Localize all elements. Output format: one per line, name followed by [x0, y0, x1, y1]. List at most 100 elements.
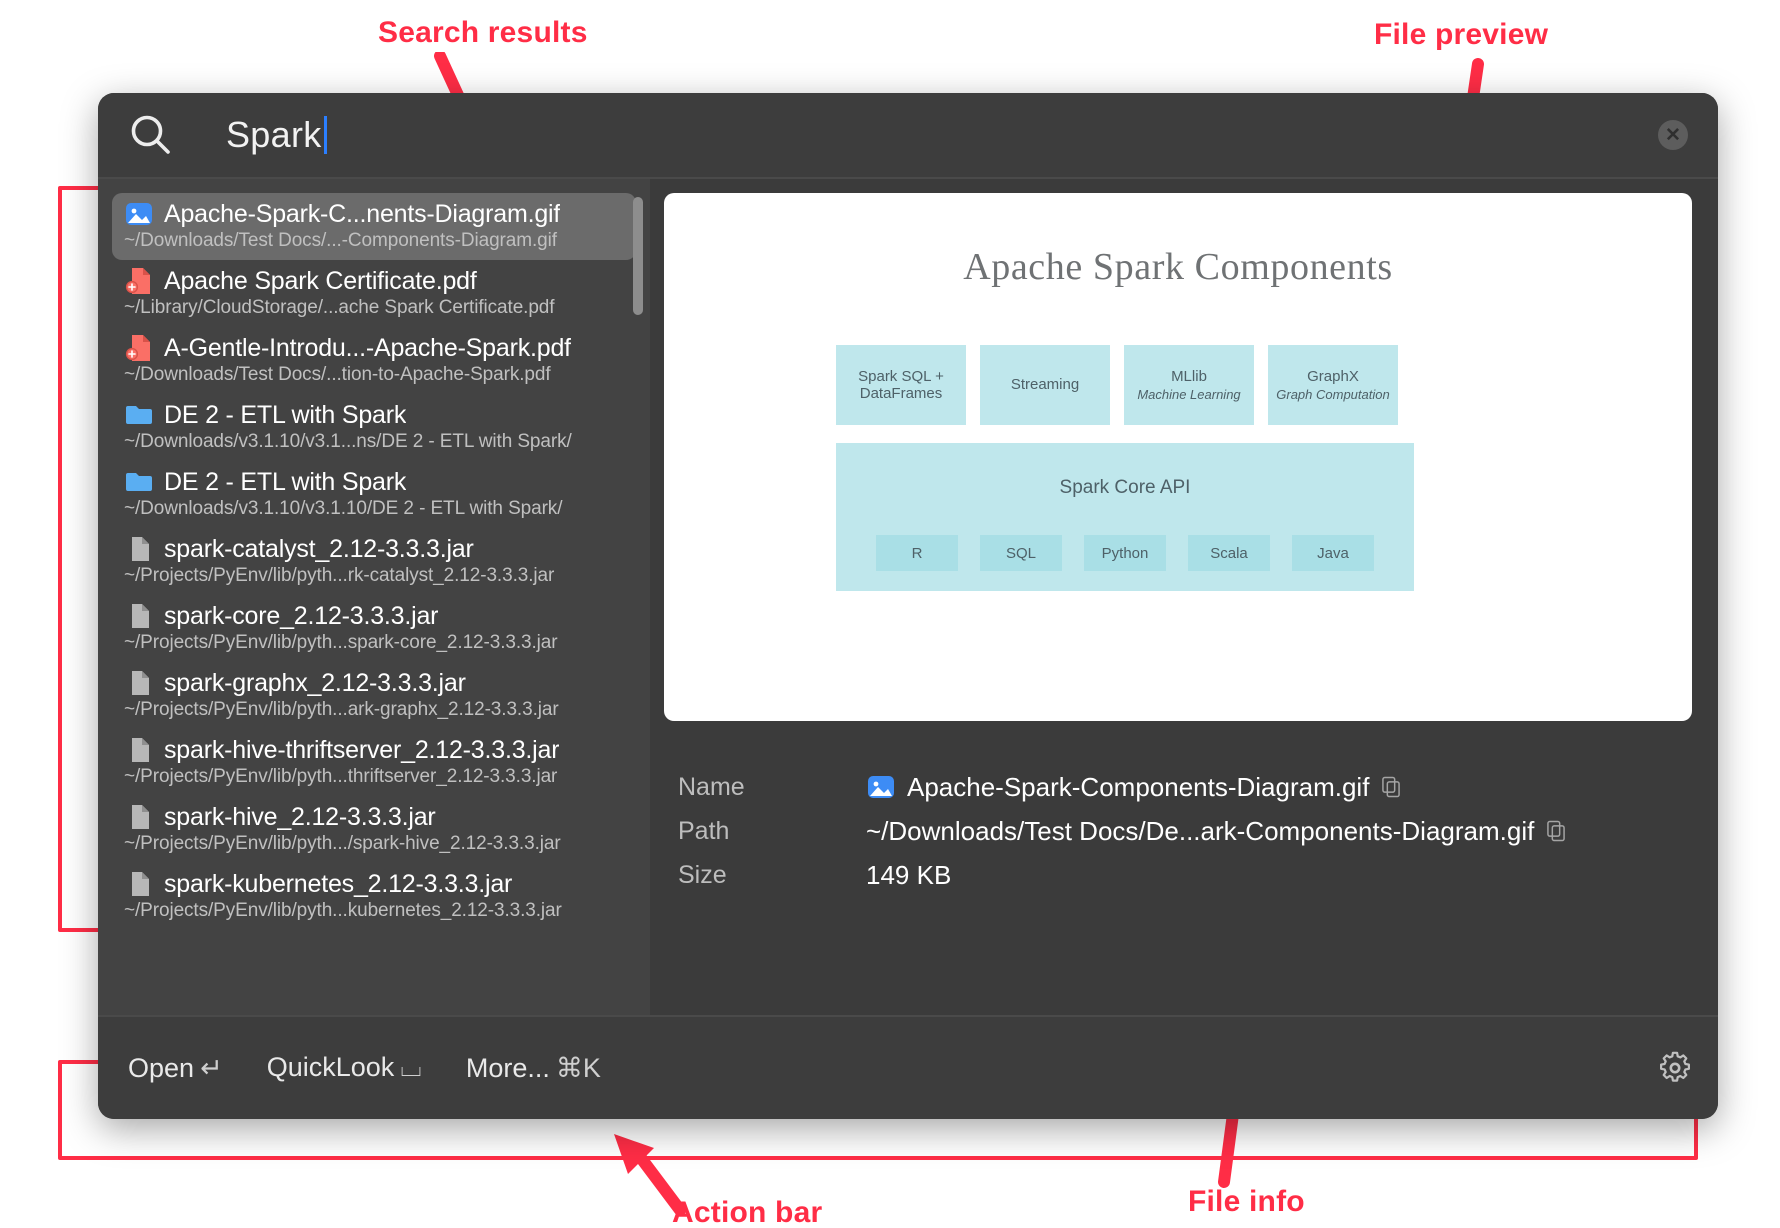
diagram-component-box: MLlib Machine Learning	[1124, 345, 1254, 425]
diagram-component-title: Streaming	[1010, 376, 1080, 394]
file-info-value-text: ~/Downloads/Test Docs/De...ark-Component…	[866, 815, 1535, 846]
generic-file-icon	[132, 537, 149, 561]
diagram-component-title: MLlib	[1171, 368, 1207, 386]
diagram-component-box: Spark SQL + DataFrames	[836, 345, 966, 425]
image-file-icon	[126, 203, 152, 225]
file-info-label: Size	[678, 860, 727, 889]
result-row-header: Apache-Spark-C...nents-Diagram.gif	[124, 199, 626, 229]
diagram-component-title: Spark SQL + DataFrames	[858, 367, 944, 402]
diagram-language-box: SQL	[980, 535, 1062, 571]
generic-file-icon	[132, 872, 149, 896]
result-row[interactable]: spark-core_2.12-3.3.3.jar ~/Projects/PyEn…	[112, 595, 636, 662]
diagram-component-subtitle: Machine Learning	[1137, 386, 1241, 402]
result-file-path: ~/Projects/PyEnv/lib/pyth...rk-catalyst_…	[124, 565, 555, 586]
text-caret	[323, 116, 327, 154]
diagram-component-box: GraphX Graph Computation	[1268, 345, 1398, 425]
screenshot-root: Search results File preview File info Ac…	[0, 0, 1780, 1228]
annotation-search-results: Search results	[378, 16, 588, 49]
result-file-path: ~/Projects/PyEnv/lib/pyth.../spark-hive_…	[124, 833, 561, 854]
diagram-component-row: Spark SQL + DataFrames Streaming MLlib Machi…	[836, 345, 1398, 425]
result-row-header: A-Gentle-Introdu...-Apache-Spark.pdf	[124, 333, 626, 363]
result-file-path: ~/Library/CloudStorage/...ache Spark Cer…	[124, 297, 555, 318]
annotation-action-bar: Action bar	[672, 1196, 823, 1228]
file-info-value: 149 KB	[866, 860, 951, 891]
pdf-file-icon	[125, 335, 150, 361]
result-file-name: A-Gentle-Introdu...-Apache-Spark.pdf	[164, 333, 571, 362]
file-info-value-text: Apache-Spark-Components-Diagram.gif	[907, 771, 1370, 802]
result-file-path: ~/Downloads/v3.1.10/v3.1...ns/DE 2 - ETL…	[124, 431, 572, 452]
action-quicklook[interactable]: QuickLook ⌴	[267, 1052, 422, 1084]
result-row[interactable]: Apache-Spark-C...nents-Diagram.gif ~/Down…	[112, 193, 636, 260]
result-row[interactable]: Apache Spark Certificate.pdf ~/Library/Cl…	[112, 260, 636, 327]
result-row[interactable]: spark-graphx_2.12-3.3.3.jar ~/Projects/Py…	[112, 662, 636, 729]
search-input[interactable]: Spark	[226, 114, 1658, 156]
action-label: More...	[465, 1052, 550, 1083]
result-file-name: spark-graphx_2.12-3.3.3.jar	[164, 668, 466, 697]
action-more[interactable]: More... ⌘K	[466, 1053, 601, 1084]
result-file-name: spark-hive_2.12-3.3.3.jar	[164, 802, 436, 831]
result-row[interactable]: spark-kubernetes_2.12-3.3.3.jar ~/Project…	[112, 863, 636, 930]
generic-file-icon	[132, 805, 149, 829]
result-row-header: Apache Spark Certificate.pdf	[124, 266, 626, 296]
diagram-language-box: Python	[1084, 535, 1166, 571]
image-file-icon	[868, 776, 894, 798]
diagram-core-label: Spark Core API	[1059, 477, 1191, 498]
annotation-file-info: File info	[1188, 1185, 1305, 1218]
gear-icon[interactable]	[1658, 1051, 1692, 1085]
file-info-value: ~/Downloads/Test Docs/De...ark-Component…	[866, 816, 1567, 847]
result-row-header: spark-core_2.12-3.3.3.jar	[124, 601, 626, 631]
action-open[interactable]: Open ↵	[128, 1053, 223, 1084]
file-info-label: Path	[678, 816, 730, 845]
result-row[interactable]: spark-hive_2.12-3.3.3.jar ~/Projects/PyEn…	[112, 796, 636, 863]
result-row[interactable]: A-Gentle-Introdu...-Apache-Spark.pdf ~/Do…	[112, 327, 636, 394]
search-results-list[interactable]: Apache-Spark-C...nents-Diagram.gif ~/Down…	[98, 179, 650, 1015]
diagram-language-box: R	[876, 535, 958, 571]
search-query-text: Spark	[226, 114, 322, 155]
file-info-row: Name Apache-Spark-Components-Diagram.gif	[678, 765, 1692, 809]
copy-icon[interactable]	[1545, 819, 1567, 843]
result-row[interactable]: DE 2 - ETL with Spark ~/Downloads/v3.1.10…	[112, 461, 636, 528]
file-info-section: Name Apache-Spark-Components-Diagram.gif P…	[664, 721, 1692, 897]
result-file-path: ~/Projects/PyEnv/lib/pyth...ark-graphx_2…	[124, 699, 559, 720]
result-file-name: spark-kubernetes_2.12-3.3.3.jar	[164, 869, 513, 898]
folder-icon	[126, 406, 152, 424]
diagram-component-title: GraphX	[1307, 368, 1359, 386]
results-scrollbar-thumb[interactable]	[633, 197, 643, 315]
result-row-header: spark-hive-thriftserver_2.12-3.3.3.jar	[124, 735, 626, 765]
file-info-value-text: 149 KB	[866, 859, 952, 890]
result-row-header: spark-kubernetes_2.12-3.3.3.jar	[124, 869, 626, 899]
file-preview-canvas[interactable]: Apache Spark Components Spark SQL + DataF…	[664, 193, 1692, 721]
result-file-path: ~/Projects/PyEnv/lib/pyth...thriftserver…	[124, 766, 558, 787]
result-file-name: DE 2 - ETL with Spark	[164, 400, 407, 429]
action-shortcut: ⌴	[400, 1052, 422, 1082]
search-icon	[131, 115, 170, 154]
result-row[interactable]: spark-catalyst_2.12-3.3.3.jar ~/Projects/…	[112, 528, 636, 595]
action-bar: Open ↵ QuickLook ⌴ More... ⌘K	[98, 1015, 1718, 1119]
diagram-language-box: Scala	[1188, 535, 1270, 571]
annotation-file-preview: File preview	[1374, 18, 1549, 51]
result-row-header: spark-catalyst_2.12-3.3.3.jar	[124, 534, 626, 564]
generic-file-icon	[132, 738, 149, 762]
arrow-action-bar	[614, 1134, 686, 1216]
result-file-name: spark-catalyst_2.12-3.3.3.jar	[164, 534, 474, 563]
diagram-component-subtitle: Graph Computation	[1276, 386, 1390, 402]
result-file-path: ~/Downloads/v3.1.10/v3.1.10/DE 2 - ETL w…	[124, 498, 563, 519]
action-label: Open	[128, 1052, 195, 1083]
result-file-name: spark-core_2.12-3.3.3.jar	[164, 601, 439, 630]
action-label: QuickLook	[266, 1052, 395, 1082]
generic-file-icon	[132, 671, 149, 695]
folder-icon	[126, 473, 152, 491]
result-file-name: spark-hive-thriftserver_2.12-3.3.3.jar	[164, 735, 560, 764]
result-row[interactable]: DE 2 - ETL with Spark ~/Downloads/v3.1.10…	[112, 394, 636, 461]
result-row[interactable]: spark-hive-thriftserver_2.12-3.3.3.jar ~/…	[112, 729, 636, 796]
result-row-header: spark-hive_2.12-3.3.3.jar	[124, 802, 626, 832]
clear-search-button[interactable]: ✕	[1658, 120, 1688, 150]
results-scrollbar-track[interactable]	[633, 197, 643, 987]
pdf-file-icon	[125, 268, 150, 294]
result-file-path: ~/Projects/PyEnv/lib/pyth...kubernetes_2…	[124, 900, 562, 921]
diagram-component-box: Streaming	[980, 345, 1110, 425]
search-bar: Spark ✕	[98, 93, 1718, 179]
copy-icon[interactable]	[1380, 775, 1402, 799]
result-file-name: Apache-Spark-C...nents-Diagram.gif	[164, 199, 561, 228]
diagram-language-box: Java	[1292, 535, 1374, 571]
